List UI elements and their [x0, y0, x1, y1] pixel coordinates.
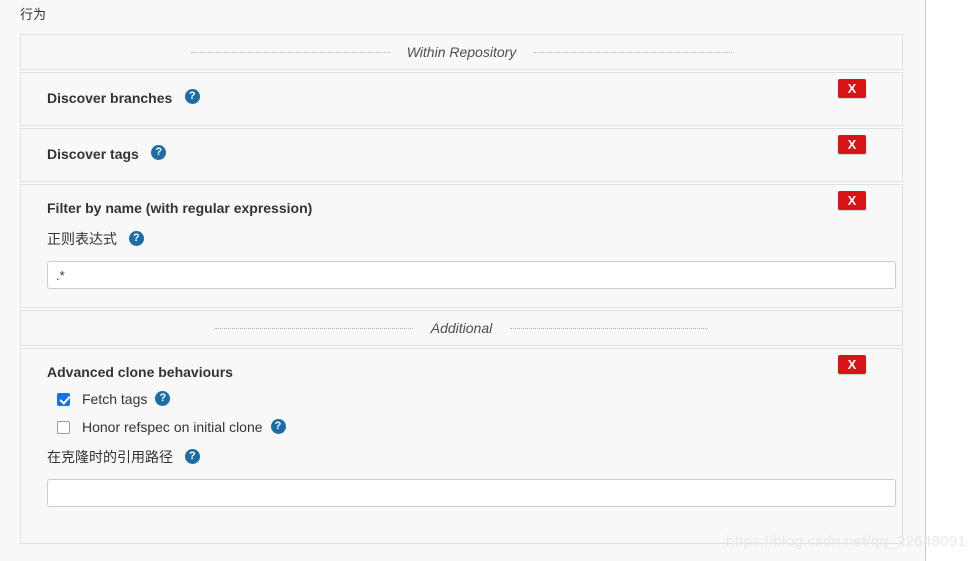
help-icon[interactable]: ? — [184, 89, 200, 105]
block-discover-branches: Discover branches ? X — [20, 72, 903, 126]
fetch-tags-checkbox[interactable] — [57, 392, 70, 406]
discover-tags-body: Discover tags ? — [21, 129, 902, 179]
advanced-clone-body: Advanced clone behaviours Fetch tags ? H… — [21, 349, 902, 523]
separator-line-right — [534, 51, 733, 53]
separator-additional: Additional — [20, 310, 903, 346]
block-discover-tags: Discover tags ? X — [20, 128, 903, 182]
advanced-clone-title: Advanced clone behaviours — [47, 363, 233, 380]
help-icon[interactable]: ? — [155, 390, 171, 406]
delete-advanced-clone-button[interactable]: X — [838, 355, 866, 374]
separator-within-repository: Within Repository — [20, 34, 903, 70]
regex-input[interactable] — [47, 261, 896, 289]
honor-refspec-checkbox[interactable] — [57, 420, 70, 434]
discover-branches-title: Discover branches — [47, 89, 173, 106]
checkbox-row-honor-refspec[interactable]: Honor refspec on initial clone ? — [47, 418, 902, 435]
separator-line-left — [190, 51, 389, 53]
fetch-tags-label: Fetch tags — [82, 391, 148, 407]
behaviours-panel: Within Repository Discover branches ? X … — [20, 34, 903, 546]
honor-refspec-label: Honor refspec on initial clone — [82, 419, 263, 435]
reference-path-label: 在克隆时的引用路径 — [47, 449, 173, 465]
separator-label: Within Repository — [406, 44, 517, 60]
page-right-gutter — [927, 0, 976, 561]
page-root: 行为 Within Repository Discover branches ?… — [0, 0, 976, 561]
help-icon[interactable]: ? — [270, 418, 286, 434]
help-icon[interactable]: ? — [128, 230, 144, 246]
reference-path-input[interactable] — [47, 479, 896, 507]
separator-line-right — [510, 327, 709, 329]
regex-field-label-row: 正则表达式 ? — [47, 229, 902, 249]
block-filter-by-name: Filter by name (with regular expression)… — [20, 184, 903, 308]
discover-branches-body: Discover branches ? — [21, 73, 902, 123]
help-icon[interactable]: ? — [151, 145, 167, 161]
delete-filter-by-name-button[interactable]: X — [838, 191, 866, 210]
delete-discover-tags-button[interactable]: X — [838, 135, 866, 154]
checkbox-row-fetch-tags[interactable]: Fetch tags ? — [47, 390, 902, 407]
page-title: 行为 — [20, 7, 47, 22]
reference-path-label-row: 在克隆时的引用路径 ? — [47, 447, 902, 467]
regex-field-label: 正则表达式 — [47, 231, 117, 247]
filter-by-name-title: Filter by name (with regular expression) — [47, 199, 313, 216]
separator-label: Additional — [430, 320, 493, 336]
help-icon[interactable]: ? — [184, 448, 200, 464]
discover-tags-title: Discover tags — [47, 145, 139, 162]
delete-discover-branches-button[interactable]: X — [838, 79, 866, 98]
filter-by-name-body: Filter by name (with regular expression)… — [21, 185, 902, 305]
separator-line-left — [214, 327, 413, 329]
block-advanced-clone-behaviours: Advanced clone behaviours Fetch tags ? H… — [20, 348, 903, 544]
